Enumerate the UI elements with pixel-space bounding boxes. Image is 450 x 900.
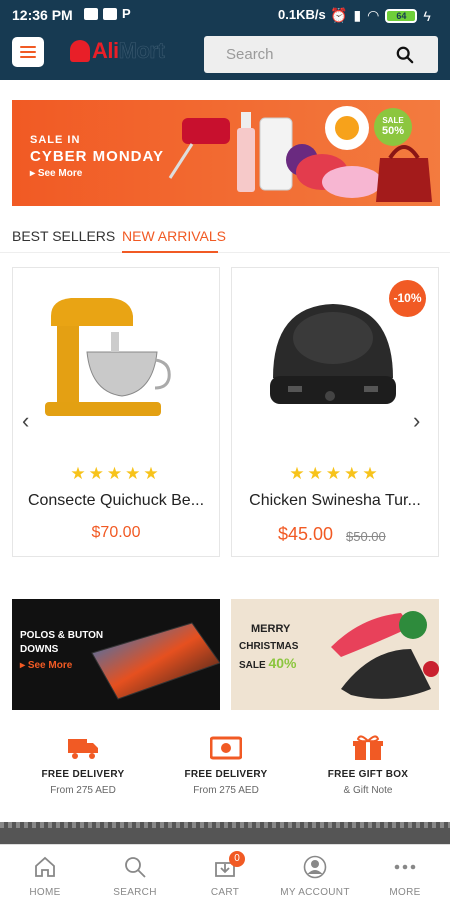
feature-free-delivery: FREE DELIVERY From 275 AED (8, 735, 158, 796)
feature-subtitle: From 275 AED (50, 785, 116, 796)
notification-icons: P (84, 6, 131, 21)
stand-mixer-image (45, 298, 171, 416)
logo-text-part2: Mort (118, 38, 165, 64)
rating-stars: ★★★★★ (289, 464, 381, 483)
home-icon (35, 856, 55, 877)
battery-icon: 64 (385, 8, 418, 23)
chevron-right-icon[interactable]: › (413, 410, 429, 432)
promo-see-more[interactable]: See More (20, 660, 72, 671)
promo-tile-polos[interactable]: POLOS & BUTON DOWNS See More (12, 599, 220, 710)
active-tab-indicator (122, 251, 218, 253)
promo-sale-value: 40% (268, 655, 297, 671)
cart-badge: 0 (229, 851, 245, 867)
signal-icon: ▮ (353, 7, 362, 23)
nav-cart[interactable]: 0 CART (180, 845, 270, 900)
product-name[interactable]: Chicken Swinesha Tur... (232, 492, 438, 510)
product-price: $45.00 (278, 524, 334, 544)
youtube-icon (84, 8, 98, 20)
wifi-icon: ◠ (367, 7, 380, 23)
bell-logo-icon (70, 40, 90, 62)
nav-label: MORE (389, 887, 421, 898)
phone-promo-image (91, 622, 220, 700)
discount-badge: -10% (389, 280, 426, 317)
status-time: 12:36 PM (12, 7, 73, 23)
charging-icon: ϟ (423, 7, 431, 24)
account-icon (303, 855, 327, 879)
system-icons: ⏰ ▮ ◠ 64 ϟ (330, 7, 431, 24)
search-icon[interactable] (396, 46, 414, 64)
nav-more[interactable]: MORE (360, 845, 450, 900)
christmas-promo-image (331, 611, 439, 699)
feature-title: FREE DELIVERY (184, 769, 268, 780)
sale-badge-label: SALE (382, 116, 404, 125)
feature-free-gift-box: FREE GIFT BOX & Gift Note (293, 735, 443, 796)
promo-title: MERRY (251, 623, 291, 635)
tab-best-sellers[interactable]: BEST SELLERS (12, 228, 115, 244)
app-logo[interactable]: Ali Mort (70, 38, 185, 64)
network-speed: 0.1KB/s (278, 7, 326, 22)
camera-device-image (270, 304, 396, 404)
promo-banner[interactable]: SALE IN CYBER MONDAY See More SALE 50% (12, 100, 440, 206)
rating-stars: ★★★★★ (70, 464, 162, 483)
decorative-divider (0, 822, 450, 844)
chevron-left-icon[interactable]: ‹ (22, 410, 38, 432)
truck-icon (68, 739, 98, 759)
app-header: 12:36 PM P 0.1KB/s ⏰ ▮ ◠ 64 ϟ Ali Mort (0, 0, 450, 80)
promo-tile-christmas[interactable]: MERRY CHRISTMAS SALE 40% (231, 599, 439, 710)
feature-subtitle: From 275 AED (193, 785, 259, 796)
promo-sale-label: SALE (239, 660, 266, 671)
sale-badge-value: 50% (381, 125, 405, 137)
product-card[interactable]: ★★★★★ Consecte Quichuck Be... $70.00 (12, 267, 220, 557)
promo-subtitle: CHRISTMAS (239, 641, 299, 652)
banner-line1: SALE IN (30, 134, 81, 146)
gift-icon (353, 735, 383, 760)
menu-button[interactable] (12, 37, 44, 67)
nav-my-account[interactable]: MY ACCOUNT (270, 845, 360, 900)
search-icon (125, 857, 146, 878)
mail-icon (103, 8, 117, 20)
nav-search[interactable]: SEARCH (90, 845, 180, 900)
promo-sale: SALE 40% (239, 655, 296, 671)
nav-label: MY ACCOUNT (280, 887, 350, 898)
product-price: $70.00 (91, 524, 141, 541)
tab-divider (0, 252, 450, 253)
alarm-icon: ⏰ (330, 7, 348, 23)
logo-text-part1: Ali (92, 38, 119, 63)
banner-see-more[interactable]: See More (30, 168, 82, 179)
feature-title: FREE GIFT BOX (327, 769, 409, 780)
p-app-icon: P (122, 6, 131, 21)
nav-label: CART (210, 887, 240, 898)
tab-new-arrivals[interactable]: NEW ARRIVALS (122, 228, 226, 244)
sale-badge: SALE 50% (374, 108, 412, 146)
money-icon (210, 736, 242, 760)
more-icon (394, 864, 416, 870)
bottom-navigation: HOME SEARCH 0 CART MY ACCOUNT MORE (0, 844, 450, 900)
feature-title: FREE DELIVERY (41, 769, 125, 780)
nav-label: HOME (29, 887, 61, 898)
nav-label: SEARCH (113, 887, 157, 898)
status-bar: 12:36 PM P 0.1KB/s ⏰ ▮ ◠ 64 ϟ (0, 0, 450, 30)
feature-free-delivery: FREE DELIVERY From 275 AED (151, 735, 301, 796)
product-old-price: $50.00 (346, 529, 386, 544)
nav-home[interactable]: HOME (0, 845, 90, 900)
promo-title: POLOS & BUTON DOWNS (20, 630, 104, 655)
hamburger-icon (20, 46, 36, 48)
feature-subtitle: & Gift Note (343, 785, 393, 796)
product-name[interactable]: Consecte Quichuck Be... (13, 492, 219, 510)
